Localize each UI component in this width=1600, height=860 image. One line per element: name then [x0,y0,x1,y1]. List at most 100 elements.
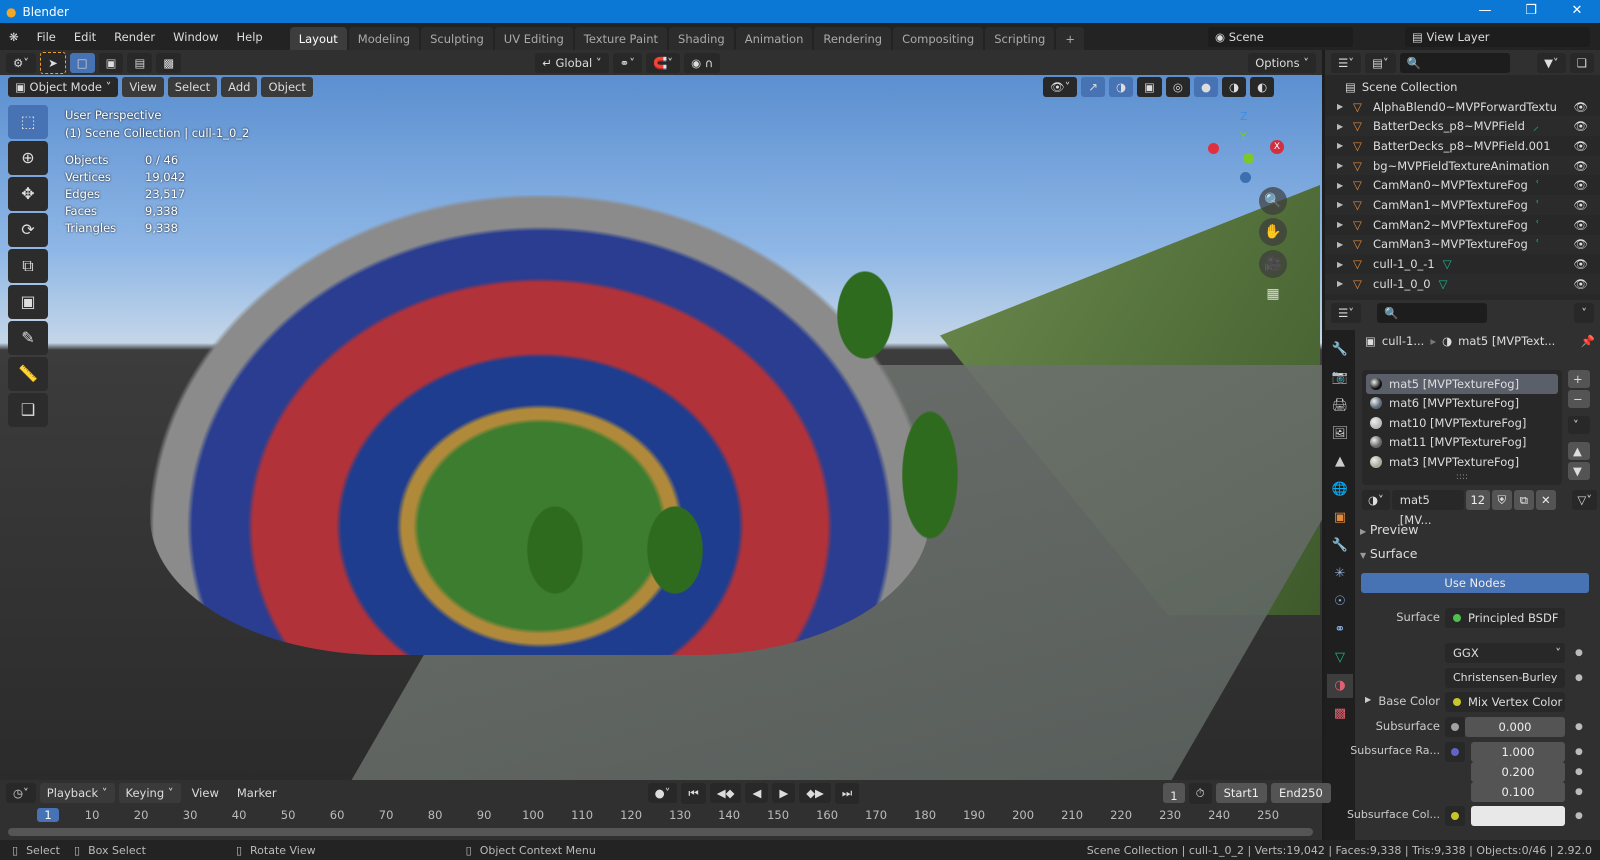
base-color-field[interactable]: Mix Vertex Color [1445,692,1565,712]
duplicate-material-icon[interactable]: ⧉ [1513,490,1534,510]
keyframe-dot-icon[interactable]: ● [1575,747,1583,757]
gizmo-toggle-icon[interactable]: ↗ [1081,77,1105,97]
outliner-item[interactable]: ▶ ▽ bg~MVPFieldTextureAnimation 👁 [1325,155,1600,176]
visibility-eye-icon[interactable]: 👁 [1573,218,1588,232]
unlink-material-icon[interactable]: ✕ [1535,490,1556,510]
object-tab-icon[interactable]: ▣ [1327,506,1353,530]
surface-panel-header[interactable]: ▼ Surface [1360,546,1600,561]
marker-menu[interactable]: Marker [230,783,284,803]
timeline-editor-type[interactable]: ◷˅ [6,783,36,803]
jump-start-icon[interactable]: ⏮ [681,782,706,804]
keyframe-dot-icon[interactable]: ● [1575,787,1583,797]
tab-texture-paint[interactable]: Texture Paint [574,27,668,51]
auto-keying-icon[interactable]: ●˅ [647,783,678,803]
pivot-icon[interactable]: ⚭˅ [612,52,642,73]
rendered-shading-icon[interactable]: ◐ [1250,77,1275,97]
select-box-tool-icon[interactable]: ⬚ [8,105,48,139]
current-frame-field[interactable]: 1 [1163,783,1185,803]
visibility-eye-icon[interactable]: 👁 [1573,178,1588,192]
material-slot[interactable]: mat3 [MVPTextureFog] [1366,452,1558,472]
options-dropdown[interactable]: Options ˅ [1248,52,1316,73]
keying-menu[interactable]: Keying ˅ [118,783,181,803]
keyframe-dot-icon[interactable]: ● [1575,673,1583,683]
outliner-item[interactable]: ▶ ▽ CamMan3~MVPTextureFog ʿ 👁 [1325,234,1600,255]
material-name-field[interactable]: mat5 [MV... [1391,490,1464,527]
new-collection-icon[interactable]: ❑ [1569,52,1594,73]
texture-tab-icon[interactable]: ▩ [1327,702,1353,726]
view-menu[interactable]: View [122,77,164,97]
user-count[interactable]: 12 [1465,490,1490,510]
object-menu[interactable]: Object [261,77,313,97]
transform-orientation-dropdown[interactable]: ↵ Global ˅ [535,52,609,73]
outliner-item[interactable]: ▶ ▽ CamMan1~MVPTextureFog ʿ 👁 [1325,195,1600,215]
expand-arrow-icon[interactable]: ▶ [1337,161,1353,170]
tab-compositing[interactable]: Compositing [893,27,984,51]
visibility-eye-icon[interactable]: 👁 [1573,198,1588,212]
preview-panel-header[interactable]: ▶ Preview [1360,522,1600,537]
navigation-gizmo[interactable]: Z Y X [1208,110,1298,190]
filter-icon[interactable]: ▼˅ [1537,52,1566,73]
rotate-tool-icon[interactable]: ⟳ [8,213,48,247]
keyframe-dot-icon[interactable]: ● [1575,767,1583,777]
expand-arrow-icon[interactable]: ▶ [1337,240,1353,249]
properties-options-icon[interactable]: ˅ [1574,302,1594,323]
move-tool-icon[interactable]: ✥ [8,177,48,211]
visibility-eye-icon[interactable]: 👁 [1573,100,1588,114]
fake-user-icon[interactable]: ⛨ [1491,490,1512,510]
start-frame-field[interactable]: Start 1 [1215,783,1267,803]
subsurface-color-swatch[interactable] [1471,806,1565,826]
minimize-button[interactable]: — [1462,0,1508,23]
prev-keyframe-icon[interactable]: ◀◆ [709,783,742,803]
select-mode-extend-icon[interactable]: ▣ [98,52,124,73]
world-tab-icon[interactable]: 🌐 [1327,478,1353,502]
list-resize-handle[interactable]: :::: [1366,472,1558,482]
outliner-item[interactable]: ▶ ▽ AlphaBlend0~MVPForwardTextu 👁 [1325,97,1600,117]
cursor-tool-icon[interactable]: ⊕ [8,141,48,175]
tab-animation[interactable]: Animation [735,27,813,51]
view-layer-selector[interactable]: ▤ View Layer [1405,26,1590,47]
select-mode-new-icon[interactable]: □ [69,52,95,73]
preview-range-icon[interactable]: ⏱ [1188,782,1212,804]
expand-arrow-icon[interactable]: ▶ [1337,220,1353,229]
properties-search-input[interactable]: 🔍 [1377,302,1488,323]
render-tab-icon[interactable]: 📷 [1327,366,1353,390]
add-slot-button[interactable]: + [1568,370,1590,388]
maximize-button[interactable]: ❐ [1508,0,1554,23]
visibility-icon[interactable]: 👁˅ [1043,77,1078,97]
play-reverse-icon[interactable]: ◀ [745,783,769,803]
visibility-eye-icon[interactable]: 👁 [1573,257,1588,271]
scene-collection-row[interactable]: ▤ Scene Collection [1325,77,1600,97]
tab-rendering[interactable]: Rendering [814,27,892,51]
gizmo-neg-x[interactable] [1208,143,1219,154]
output-tab-icon[interactable]: 🖨 [1327,394,1353,418]
tool-tab-icon[interactable]: 🔧 [1327,338,1353,362]
expand-arrow-icon[interactable]: ▶ [1337,200,1353,209]
measure-tool-icon[interactable]: 📏 [8,357,48,391]
tab-sculpting[interactable]: Sculpting [421,27,493,51]
timeline-scrollbar[interactable] [8,828,1313,836]
jump-end-icon[interactable]: ⏭ [834,782,860,804]
annotate-tool-icon[interactable]: ✎ [8,321,48,355]
snap-icon[interactable]: 🧲˅ [645,52,681,73]
outliner-editor-type[interactable]: ☰˅ [1331,52,1362,73]
outliner-item[interactable]: ▶ ▽ CamMan2~MVPTextureFog ʿ 👁 [1325,215,1600,235]
play-icon[interactable]: ▶ [772,783,796,803]
outliner-item[interactable]: ▶ ▽ cull-1_0_-1 ▽ 👁 [1325,254,1600,274]
move-slot-up-button[interactable]: ▲ [1568,442,1590,460]
subsurface-color-socket[interactable] [1445,806,1465,826]
transform-tool-icon[interactable]: ▣ [8,285,48,319]
blender-menu-icon[interactable]: ❋ [0,30,28,44]
particles-tab-icon[interactable]: ✳ [1327,562,1353,586]
slot-specials-button[interactable]: ˅ [1568,416,1590,434]
add-workspace-button[interactable]: + [1056,27,1084,51]
wireframe-shading-icon[interactable]: ◎ [1165,77,1190,97]
keyframe-dot-icon[interactable]: ● [1575,811,1583,821]
gizmo-neg-y[interactable] [1243,153,1254,164]
outliner-item[interactable]: ▶ ▽ BatterDecks_p8~MVPField.001 👁 [1325,136,1600,156]
solid-shading-icon[interactable]: ● [1193,77,1219,97]
tab-modeling[interactable]: Modeling [348,27,420,51]
3d-viewport[interactable]: ▣ Object Mode ˅ View Select Add Object 👁… [0,75,1322,780]
browse-material-button[interactable]: ◑˅ [1362,490,1390,510]
visibility-eye-icon[interactable]: 👁 [1573,139,1588,153]
add-menu[interactable]: Add [221,77,258,97]
